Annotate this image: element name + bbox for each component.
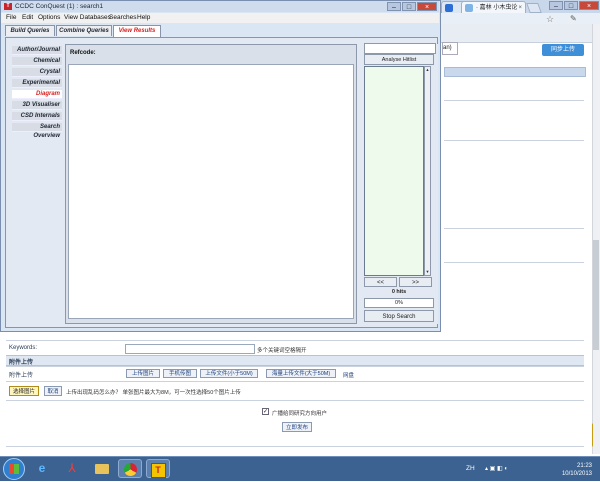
diagram-canvas[interactable] xyxy=(68,64,354,319)
attach-section-header xyxy=(6,355,584,366)
ccdc-taskbar-icon[interactable]: T xyxy=(146,459,170,478)
input-language[interactable]: ZH xyxy=(466,465,475,472)
divider xyxy=(444,262,584,263)
acrobat-icon[interactable]: ⅄ xyxy=(60,459,84,478)
cancel-button[interactable]: 取消 xyxy=(44,386,62,396)
page-scrollbar[interactable] xyxy=(592,24,600,454)
ccdc-title-bar[interactable]: T CCDC ConQuest (1) : search1 – □ × xyxy=(1,1,439,12)
divider xyxy=(6,381,584,382)
broadcast-label: 广播给同研究方向用户 xyxy=(272,411,328,417)
sidenav-csd-internals[interactable]: CSD Internals xyxy=(12,112,62,121)
phone-upload-button[interactable]: 手机传图 xyxy=(163,369,197,378)
sync-upload-button[interactable]: 同步上传 xyxy=(542,44,584,56)
progress-text: 0% xyxy=(395,300,403,306)
tab-favicon-icon xyxy=(445,4,453,12)
maximize-icon[interactable]: □ xyxy=(402,2,416,11)
analyse-hitlist-button[interactable]: Analyse Hitlist xyxy=(364,54,434,65)
divider xyxy=(444,100,584,101)
divider xyxy=(6,400,584,401)
upload-note: 上传出现乱码怎么办？ 单张图片最大为8M，可一次性选择50个图片上传 xyxy=(66,390,241,396)
menu-view-databases[interactable]: View Databases xyxy=(64,13,111,23)
tab-favicon-icon xyxy=(465,4,473,12)
folder-icon[interactable] xyxy=(90,459,114,478)
chrome-icon[interactable] xyxy=(118,459,142,478)
attach-row-label: 附件上传 xyxy=(9,373,34,379)
tab-view-results[interactable]: View Results xyxy=(113,25,161,37)
internet-explorer-icon[interactable]: e xyxy=(30,459,54,478)
keywords-hint: 多个关键词空格隔开 xyxy=(257,348,307,354)
sync-upload-label: 同步上传 xyxy=(550,47,575,53)
close-window-icon[interactable]: × xyxy=(417,2,437,11)
sidenav-3d-visualiser[interactable]: 3D Visualiser xyxy=(12,101,62,110)
upload-file-button[interactable]: 上传文件(小于50M) xyxy=(200,369,258,378)
clock-time: 21:23 xyxy=(576,463,592,469)
attach-section-title: 附件上传 xyxy=(9,360,34,366)
minimize-icon[interactable]: – xyxy=(549,1,563,10)
menu-bar: File Edit Options View Databases Searche… xyxy=(1,13,439,23)
hits-count: 0 hits xyxy=(391,289,407,295)
close-icon[interactable]: × xyxy=(518,2,522,13)
hitlist[interactable] xyxy=(364,66,424,276)
maximize-icon[interactable]: □ xyxy=(564,1,578,10)
clock[interactable]: 21:23 10/10/2013 xyxy=(552,462,592,478)
select-image-button[interactable]: 选择图片 xyxy=(9,386,39,396)
ccdc-logo-icon: T xyxy=(4,3,12,10)
search-input-fragment[interactable]: an) xyxy=(442,42,458,55)
broadcast-checkbox[interactable]: ✓ xyxy=(262,408,269,415)
hitlist-scrollbar[interactable]: ▲ ▼ xyxy=(424,66,431,276)
sidenav-author-journal[interactable]: Author/Journal xyxy=(12,46,62,55)
refcode-label: Refcode: xyxy=(70,50,96,56)
tray-icons[interactable]: ▴ ▣ ◧ ◐ xyxy=(485,465,508,472)
keywords-label: Keywords: xyxy=(9,345,38,351)
sidenav-crystal[interactable]: Crystal xyxy=(12,68,62,77)
minimize-icon[interactable]: – xyxy=(387,2,401,11)
scroll-down-icon[interactable]: ▼ xyxy=(425,269,430,275)
divider xyxy=(444,140,584,141)
netdisk-link[interactable]: 网盘 xyxy=(343,371,354,379)
ccdc-window-controls: – □ × xyxy=(386,2,437,13)
menu-searches[interactable]: Searches xyxy=(109,13,136,23)
divider xyxy=(6,366,584,367)
menu-options[interactable]: Options xyxy=(38,13,60,23)
scroll-up-icon[interactable]: ▲ xyxy=(425,67,430,73)
wrench-icon[interactable]: ✎ xyxy=(570,14,577,23)
sidenav-experimental[interactable]: Experimental xyxy=(12,79,62,88)
search-progress-bar: 0% xyxy=(364,298,434,308)
previous-hit-button[interactable]: << xyxy=(364,277,397,287)
tab-combine-queries[interactable]: Combine Queries xyxy=(56,25,112,36)
close-window-icon[interactable]: × xyxy=(579,1,599,10)
menu-file[interactable]: File xyxy=(6,13,16,23)
input-fragment-text: an) xyxy=(443,45,452,51)
clock-date: 10/10/2013 xyxy=(561,471,592,477)
page-scrollbar-thumb[interactable] xyxy=(593,240,599,350)
browser-window-controls: – □ × xyxy=(548,1,599,10)
menu-edit[interactable]: Edit xyxy=(22,13,33,23)
browser-tab-label: · 嘉林 小木虫论 xyxy=(476,5,518,11)
sidenav-diagram[interactable]: Diagram xyxy=(12,90,62,99)
stop-search-button[interactable]: Stop Search xyxy=(364,310,434,322)
bulk-upload-button[interactable]: 海量上传文件(大于50M) xyxy=(266,369,336,378)
browser-tab-2[interactable]: · 嘉林 小木虫论 × xyxy=(461,1,526,13)
tab-build-queries[interactable]: Build Queries xyxy=(5,25,55,36)
sidenav-chemical[interactable]: Chemical xyxy=(12,57,62,66)
next-hit-button[interactable]: >> xyxy=(399,277,432,287)
keywords-input[interactable] xyxy=(125,344,255,354)
publish-button[interactable]: 立即发布 xyxy=(282,422,312,432)
upload-image-button[interactable]: 上传图片 xyxy=(126,369,160,378)
start-button[interactable] xyxy=(3,458,25,480)
divider xyxy=(444,228,584,229)
divider xyxy=(6,446,584,447)
divider xyxy=(6,340,584,341)
menu-help[interactable]: Help xyxy=(137,13,150,23)
section-header-band xyxy=(444,67,586,77)
page-toolbar xyxy=(440,24,592,43)
sidenav-search-overview[interactable]: Search Overview xyxy=(12,123,62,139)
hitlist-filter-input[interactable] xyxy=(364,43,436,54)
window-title: CCDC ConQuest (1) : search1 xyxy=(15,3,104,10)
